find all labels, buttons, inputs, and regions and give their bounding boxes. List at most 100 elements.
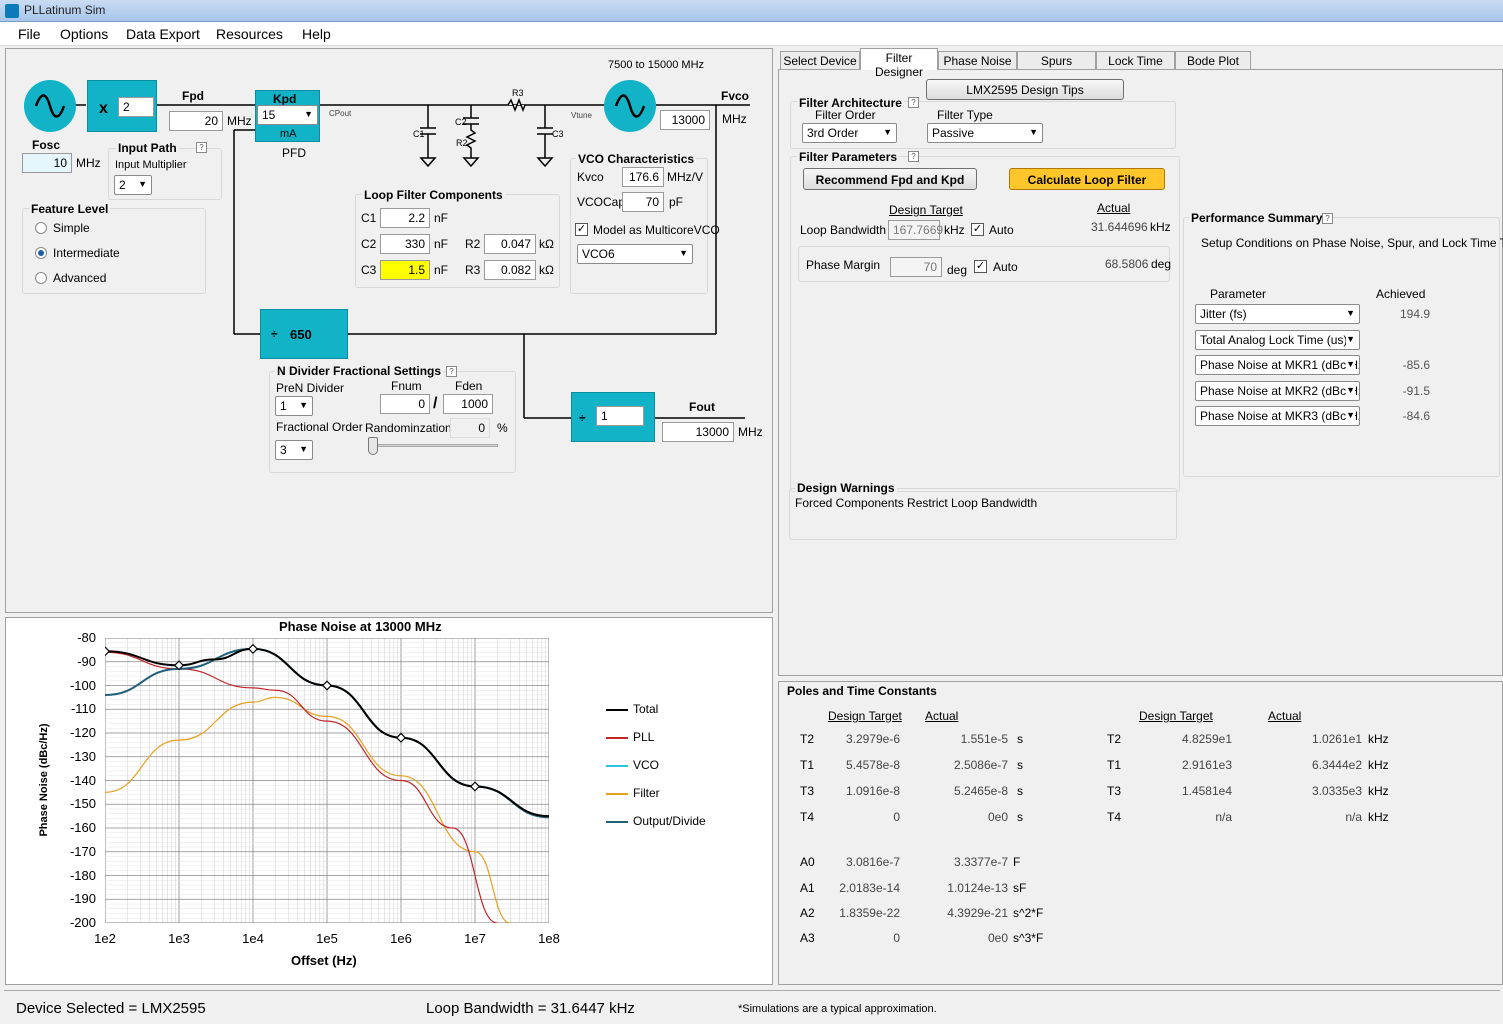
performance-param-select[interactable]: Jitter (fs) ▼: [1195, 304, 1360, 324]
randomization-slider-handle[interactable]: [368, 437, 378, 455]
loop-filter-title: Loop Filter Components: [362, 188, 505, 202]
vco-select[interactable]: VCO6 ▼: [577, 244, 693, 264]
pole-unit: s^3*F: [1013, 931, 1044, 945]
fvco-label: Fvco: [721, 89, 750, 103]
vcocap-label: VCOCap: [577, 195, 626, 209]
r2-input[interactable]: 0.047: [484, 234, 536, 254]
kvco-unit: MHz/V: [667, 170, 703, 184]
c3-field-label: C3: [361, 263, 377, 277]
r3-field-label: R3: [465, 263, 481, 277]
c3-input[interactable]: 1.5: [380, 260, 430, 280]
kvco-input[interactable]: 176.6: [622, 167, 664, 187]
vcocap-input[interactable]: 70: [622, 192, 664, 212]
r3-input[interactable]: 0.082: [484, 260, 536, 280]
fnum-label: Fnum: [391, 379, 422, 393]
pole-unit: s: [1017, 732, 1023, 746]
feature-level-title: Feature Level: [29, 202, 111, 216]
x-tick-label: 1e7: [464, 931, 486, 946]
chevron-down-icon: ▼: [299, 400, 308, 410]
kpd-select[interactable]: 15 ▼: [257, 105, 318, 125]
pole-unit: s^2*F: [1013, 906, 1044, 920]
y-tick-label: -160: [69, 820, 96, 835]
performance-param-select[interactable]: Phase Noise at MKR1 (dBc/Hz) ▼: [1195, 355, 1360, 375]
performance-achieved-value: -85.6: [1402, 358, 1430, 372]
pole-target: 4.8259e1: [1181, 732, 1232, 746]
fout-input[interactable]: 13000: [662, 422, 734, 442]
feature-advanced-radio[interactable]: [35, 272, 47, 284]
y-tick-label: -90: [77, 653, 96, 669]
design-tips-button[interactable]: LMX2595 Design Tips: [926, 79, 1124, 100]
pole-target: 1.4581e4: [1181, 784, 1232, 798]
chevron-down-icon: ▼: [299, 444, 308, 454]
fractional-order-select-value: 3: [280, 443, 287, 457]
vtune-label: Vtune: [571, 111, 592, 120]
n-divider-value: 650: [290, 327, 312, 342]
loop-bandwidth-target-input[interactable]: 167.7669: [888, 220, 943, 240]
pren-select[interactable]: 1 ▼: [275, 396, 313, 416]
pole-target: 0: [893, 810, 900, 824]
help-icon[interactable]: ?: [908, 97, 919, 108]
recommend-fpd-kpd-button[interactable]: Recommend Fpd and Kpd: [803, 168, 977, 190]
calculate-loop-filter-button[interactable]: Calculate Loop Filter: [1009, 168, 1165, 190]
performance-param-label: Phase Noise at MKR3 (dBc/Hz): [1200, 409, 1360, 423]
help-icon[interactable]: ?: [196, 142, 207, 153]
feature-intermediate-label: Intermediate: [53, 246, 120, 260]
fden-label: Fden: [455, 379, 483, 393]
chevron-down-icon: ▼: [1346, 410, 1355, 420]
help-icon[interactable]: ?: [908, 151, 919, 162]
phase-margin-auto-checkbox[interactable]: ✓: [974, 260, 987, 273]
feature-intermediate-radio[interactable]: [35, 247, 47, 259]
tab-phase-noise[interactable]: Phase Noise: [938, 51, 1017, 70]
chevron-down-icon: ▼: [1346, 333, 1355, 344]
tab-bode-plot[interactable]: Bode Plot: [1175, 51, 1251, 70]
design-warnings-title: Design Warnings: [795, 481, 897, 495]
fvco-input[interactable]: 13000: [660, 110, 710, 130]
plot-title: Phase Noise at 13000 MHz: [279, 619, 442, 634]
pole-unit: s: [1017, 810, 1023, 824]
tab-spurs[interactable]: Spurs: [1017, 51, 1096, 70]
legend-swatch: [606, 737, 628, 739]
y-tick-label: -110: [70, 701, 96, 717]
fden-input[interactable]: 1000: [443, 394, 493, 414]
pole-actual: 2.5086e-7: [953, 758, 1008, 772]
tab-lock-time[interactable]: Lock Time: [1096, 51, 1175, 70]
randomization-slider-track[interactable]: [370, 444, 498, 447]
phase-margin-target-input[interactable]: 70: [890, 257, 942, 277]
c1-input[interactable]: 2.2: [380, 208, 430, 228]
performance-param-select[interactable]: Phase Noise at MKR3 (dBc/Hz) ▼: [1195, 406, 1360, 426]
phase-margin-actual: 68.5806: [1105, 257, 1149, 271]
pole-target: n/a: [1215, 810, 1232, 824]
c2-unit: nF: [434, 237, 449, 251]
filter-order-select[interactable]: 3rd Order ▼: [802, 123, 897, 143]
fractional-order-select[interactable]: 3 ▼: [275, 440, 313, 460]
performance-param-select[interactable]: Phase Noise at MKR2 (dBc/Hz) ▼: [1195, 380, 1360, 401]
fosc-input[interactable]: 10: [22, 153, 72, 173]
help-icon[interactable]: ?: [446, 366, 457, 377]
parameter-header: Parameter: [1210, 287, 1267, 301]
design-warnings-text: Forced Components Restrict Loop Bandwidt…: [795, 496, 1038, 510]
legend-label: VCO: [633, 758, 660, 772]
output-divider-input[interactable]: 1: [596, 406, 644, 426]
input-multiplier-select[interactable]: 2 ▼: [114, 175, 152, 195]
randomization-input[interactable]: 0: [450, 418, 490, 438]
help-icon[interactable]: ?: [1322, 213, 1333, 224]
performance-param-select[interactable]: Total Analog Lock Time (us) ▼: [1195, 329, 1360, 350]
vcocap-unit: pF: [669, 195, 684, 209]
y-tick-label: -190: [69, 891, 96, 907]
multiplier-value-input[interactable]: 2: [118, 97, 154, 117]
tab-select-device[interactable]: Select Device: [780, 51, 860, 70]
feature-simple-radio[interactable]: [35, 222, 47, 234]
fnum-input[interactable]: 0: [380, 394, 430, 414]
c2-input[interactable]: 330: [380, 234, 430, 254]
fpd-input[interactable]: 20: [169, 111, 223, 131]
cpout-label: CPout: [329, 109, 352, 118]
actual-header: Actual: [1097, 201, 1131, 215]
filter-type-select[interactable]: Passive ▼: [927, 123, 1043, 143]
pole-target: 5.4578e-8: [845, 758, 900, 772]
tab-filter-designer[interactable]: Filter Designer: [860, 48, 938, 79]
multicore-checkbox[interactable]: ✓: [575, 223, 588, 236]
chevron-down-icon: ▼: [304, 109, 313, 119]
loop-bandwidth-auto-checkbox[interactable]: ✓: [971, 223, 984, 236]
pole-target: 3.2979e-6: [845, 732, 900, 746]
y-tick-label: -80: [77, 630, 96, 645]
